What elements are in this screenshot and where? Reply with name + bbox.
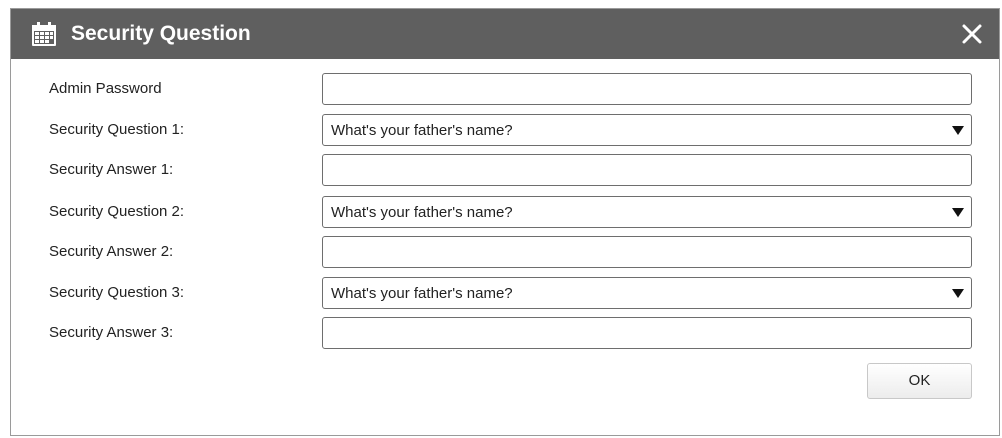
security-answer-1-label: Security Answer 1: bbox=[49, 161, 174, 178]
security-answer-3-label: Security Answer 3: bbox=[49, 324, 174, 341]
close-icon[interactable] bbox=[959, 21, 985, 47]
ok-button[interactable]: OK bbox=[867, 363, 972, 399]
security-question-2-select[interactable]: What's your father's name? bbox=[322, 196, 972, 228]
security-question-2-value: What's your father's name? bbox=[331, 204, 513, 221]
security-question-3-select[interactable]: What's your father's name? bbox=[322, 277, 972, 309]
security-question-1-row: Security Question 1: What's your father'… bbox=[11, 114, 999, 146]
admin-password-input[interactable] bbox=[322, 73, 972, 105]
security-question-dialog: Security Question Admin Password Securit… bbox=[10, 8, 1000, 436]
security-question-2-row: Security Question 2: What's your father'… bbox=[11, 196, 999, 228]
security-answer-2-input[interactable] bbox=[322, 236, 972, 268]
dropdown-arrow-icon bbox=[952, 208, 964, 217]
security-question-1-select[interactable]: What's your father's name? bbox=[322, 114, 972, 146]
security-question-1-value: What's your father's name? bbox=[331, 122, 513, 139]
dialog-titlebar: Security Question bbox=[11, 9, 999, 59]
security-answer-1-input[interactable] bbox=[322, 154, 972, 186]
security-question-3-value: What's your father's name? bbox=[331, 285, 513, 302]
security-question-2-label: Security Question 2: bbox=[49, 203, 185, 220]
security-answer-3-input[interactable] bbox=[322, 317, 972, 349]
security-question-1-label: Security Question 1: bbox=[49, 121, 185, 138]
admin-password-row: Admin Password bbox=[11, 73, 999, 105]
dropdown-arrow-icon bbox=[952, 289, 964, 298]
calendar-icon bbox=[32, 22, 56, 46]
security-answer-2-row: Security Answer 2: bbox=[11, 236, 999, 268]
dropdown-arrow-icon bbox=[952, 126, 964, 135]
dialog-title: Security Question bbox=[71, 22, 251, 45]
admin-password-label: Admin Password bbox=[49, 80, 162, 97]
security-answer-2-label: Security Answer 2: bbox=[49, 243, 174, 260]
security-question-3-row: Security Question 3: What's your father'… bbox=[11, 277, 999, 309]
security-question-3-label: Security Question 3: bbox=[49, 284, 185, 301]
security-answer-3-row: Security Answer 3: bbox=[11, 317, 999, 349]
security-answer-1-row: Security Answer 1: bbox=[11, 154, 999, 186]
